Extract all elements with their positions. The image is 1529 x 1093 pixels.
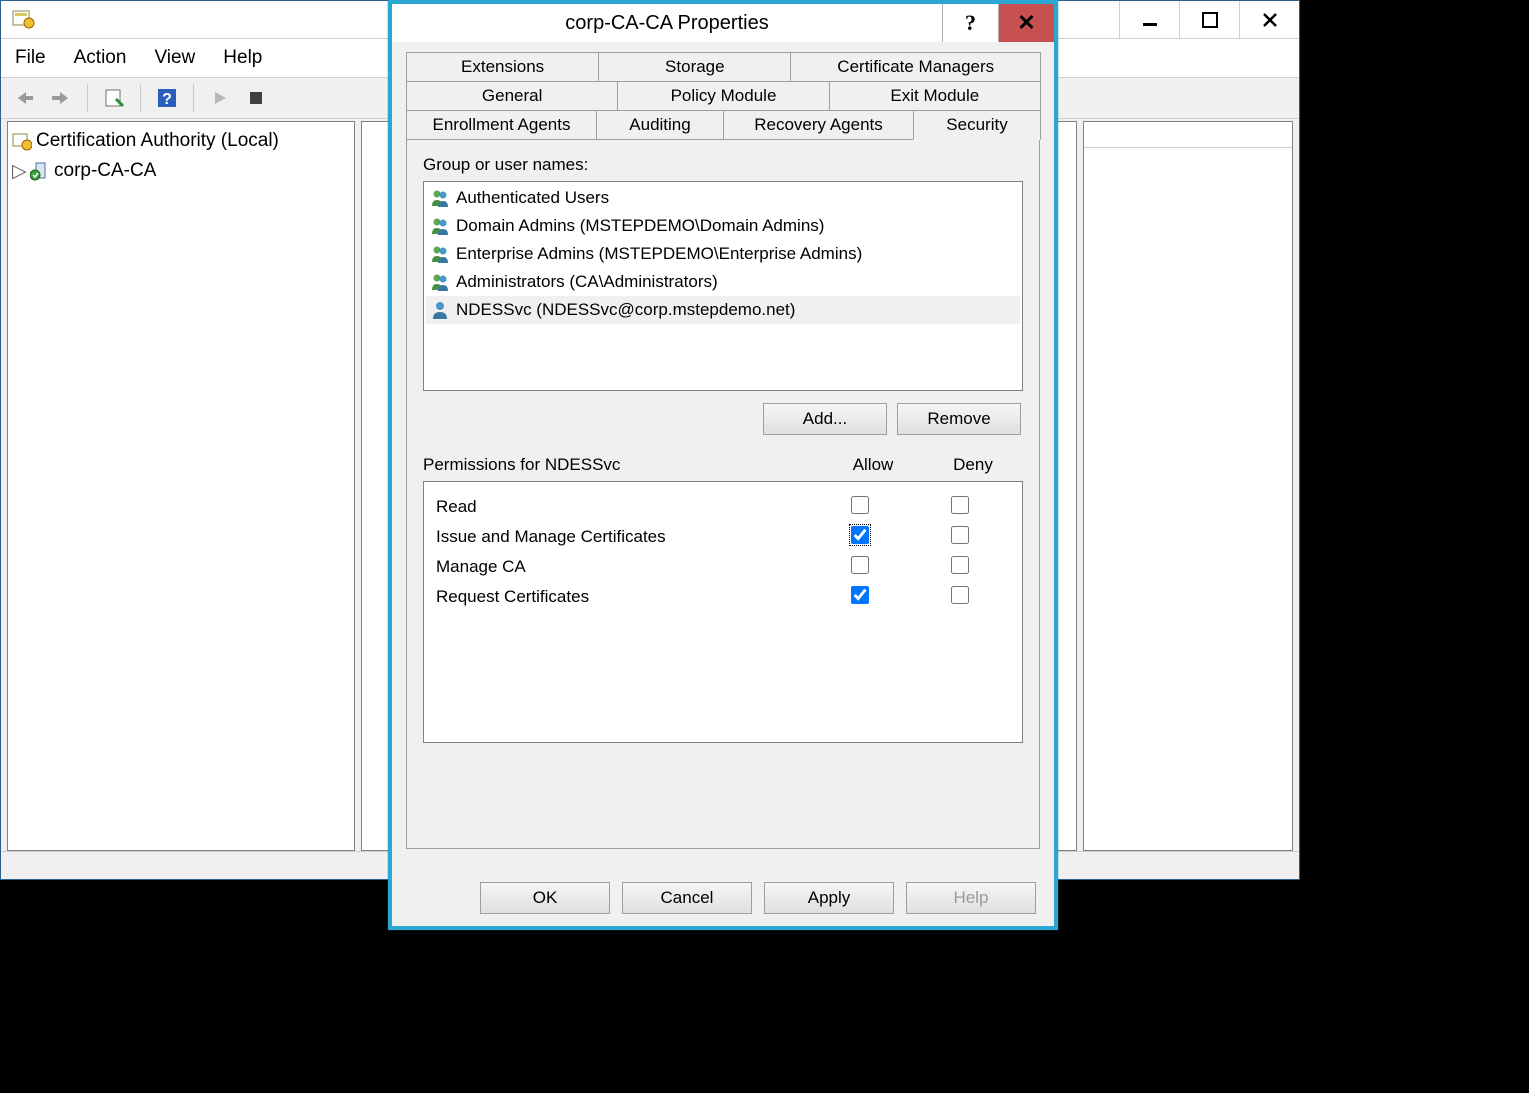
- stop-icon[interactable]: [240, 82, 272, 114]
- permission-row: Manage CA: [436, 552, 1010, 582]
- tab-general[interactable]: General: [406, 81, 618, 111]
- dialog-title: corp-CA-CA Properties: [392, 12, 942, 35]
- mmc-tree-pane[interactable]: Certification Authority (Local) ▷ corp-C…: [7, 121, 355, 851]
- tree-node-label: corp-CA-CA: [54, 160, 156, 182]
- menu-view[interactable]: View: [154, 47, 195, 69]
- cert-authority-icon: [12, 131, 32, 151]
- add-button[interactable]: Add...: [763, 403, 887, 435]
- tab-auditing[interactable]: Auditing: [596, 110, 724, 140]
- list-item-group[interactable]: Authenticated Users: [426, 184, 1020, 212]
- deny-checkbox[interactable]: [910, 526, 1010, 549]
- list-item-label: Authenticated Users: [456, 188, 609, 208]
- menu-file[interactable]: File: [15, 47, 46, 69]
- tab-security[interactable]: Security: [913, 110, 1041, 140]
- ca-server-icon: [30, 161, 50, 181]
- permission-name: Issue and Manage Certificates: [436, 527, 810, 547]
- maximize-button[interactable]: [1179, 1, 1239, 39]
- allow-checkbox[interactable]: [810, 526, 910, 549]
- list-item-group[interactable]: Administrators (CA\Administrators): [426, 268, 1020, 296]
- tree-node-corp-ca[interactable]: ▷ corp-CA-CA: [12, 156, 350, 186]
- dialog-titlebar[interactable]: corp-CA-CA Properties ? ✕: [392, 4, 1054, 42]
- dialog-close-button[interactable]: ✕: [998, 4, 1054, 42]
- allow-checkbox[interactable]: [810, 556, 910, 579]
- permission-name: Manage CA: [436, 557, 810, 577]
- permission-row: Read: [436, 492, 1010, 522]
- expand-icon[interactable]: ▷: [12, 160, 26, 183]
- security-tab-panel: Group or user names: Authenticated Users…: [406, 139, 1040, 849]
- help-button[interactable]: Help: [906, 882, 1036, 914]
- allow-column-header: Allow: [823, 455, 923, 475]
- forward-button[interactable]: [45, 82, 77, 114]
- permissions-listbox: Read Issue and Manage Certificates Manage …: [423, 481, 1023, 743]
- menu-action[interactable]: Action: [74, 47, 127, 69]
- permission-name: Request Certificates: [436, 587, 810, 607]
- tab-exit-module[interactable]: Exit Module: [829, 81, 1041, 111]
- group-icon: [430, 272, 450, 292]
- list-item-label: Enterprise Admins (MSTEPDEMO\Enterprise …: [456, 244, 862, 264]
- tree-root-ca-local[interactable]: Certification Authority (Local): [12, 126, 350, 156]
- group-icon: [430, 216, 450, 236]
- user-icon: [430, 300, 450, 320]
- group-icon: [430, 244, 450, 264]
- tab-policy-module[interactable]: Policy Module: [617, 81, 829, 111]
- allow-checkbox[interactable]: [810, 496, 910, 519]
- list-item-group[interactable]: Domain Admins (MSTEPDEMO\Domain Admins): [426, 212, 1020, 240]
- tab-certificate-managers[interactable]: Certificate Managers: [790, 52, 1041, 82]
- group-names-label: Group or user names:: [423, 155, 1023, 175]
- properties-icon[interactable]: [98, 82, 130, 114]
- ca-properties-dialog: corp-CA-CA Properties ? ✕ Extensions Sto…: [388, 0, 1058, 930]
- allow-checkbox[interactable]: [810, 586, 910, 609]
- minimize-button[interactable]: [1119, 1, 1179, 39]
- group-icon: [430, 188, 450, 208]
- play-icon[interactable]: [204, 82, 236, 114]
- list-item-label: Domain Admins (MSTEPDEMO\Domain Admins): [456, 216, 824, 236]
- menu-help[interactable]: Help: [223, 47, 262, 69]
- list-item-user[interactable]: NDESSvc (NDESSvc@corp.mstepdemo.net): [426, 296, 1020, 324]
- group-user-listbox[interactable]: Authenticated Users Domain Admins (MSTEPD…: [423, 181, 1023, 391]
- tab-extensions[interactable]: Extensions: [406, 52, 599, 82]
- list-item-label: Administrators (CA\Administrators): [456, 272, 718, 292]
- tree-root-label: Certification Authority (Local): [36, 130, 279, 152]
- ok-button[interactable]: OK: [480, 882, 610, 914]
- dialog-help-button[interactable]: ?: [942, 4, 998, 42]
- deny-checkbox[interactable]: [910, 496, 1010, 519]
- deny-column-header: Deny: [923, 455, 1023, 475]
- permission-name: Read: [436, 497, 810, 517]
- back-button[interactable]: [9, 82, 41, 114]
- help-icon[interactable]: ?: [151, 82, 183, 114]
- tab-recovery-agents[interactable]: Recovery Agents: [723, 110, 914, 140]
- certsrv-icon: [11, 7, 35, 31]
- cancel-button[interactable]: Cancel: [622, 882, 752, 914]
- list-item-label: NDESSvc (NDESSvc@corp.mstepdemo.net): [456, 300, 795, 320]
- deny-checkbox[interactable]: [910, 586, 1010, 609]
- mmc-actions-pane: [1083, 121, 1293, 851]
- list-item-group[interactable]: Enterprise Admins (MSTEPDEMO\Enterprise …: [426, 240, 1020, 268]
- deny-checkbox[interactable]: [910, 556, 1010, 579]
- tab-enrollment-agents[interactable]: Enrollment Agents: [406, 110, 597, 140]
- tab-storage[interactable]: Storage: [598, 52, 791, 82]
- permissions-for-label: Permissions for NDESSvc: [423, 455, 823, 475]
- apply-button[interactable]: Apply: [764, 882, 894, 914]
- permission-row: Request Certificates: [436, 582, 1010, 612]
- remove-button[interactable]: Remove: [897, 403, 1021, 435]
- close-button[interactable]: [1239, 1, 1299, 39]
- permission-row: Issue and Manage Certificates: [436, 522, 1010, 552]
- svg-text:?: ?: [162, 91, 172, 108]
